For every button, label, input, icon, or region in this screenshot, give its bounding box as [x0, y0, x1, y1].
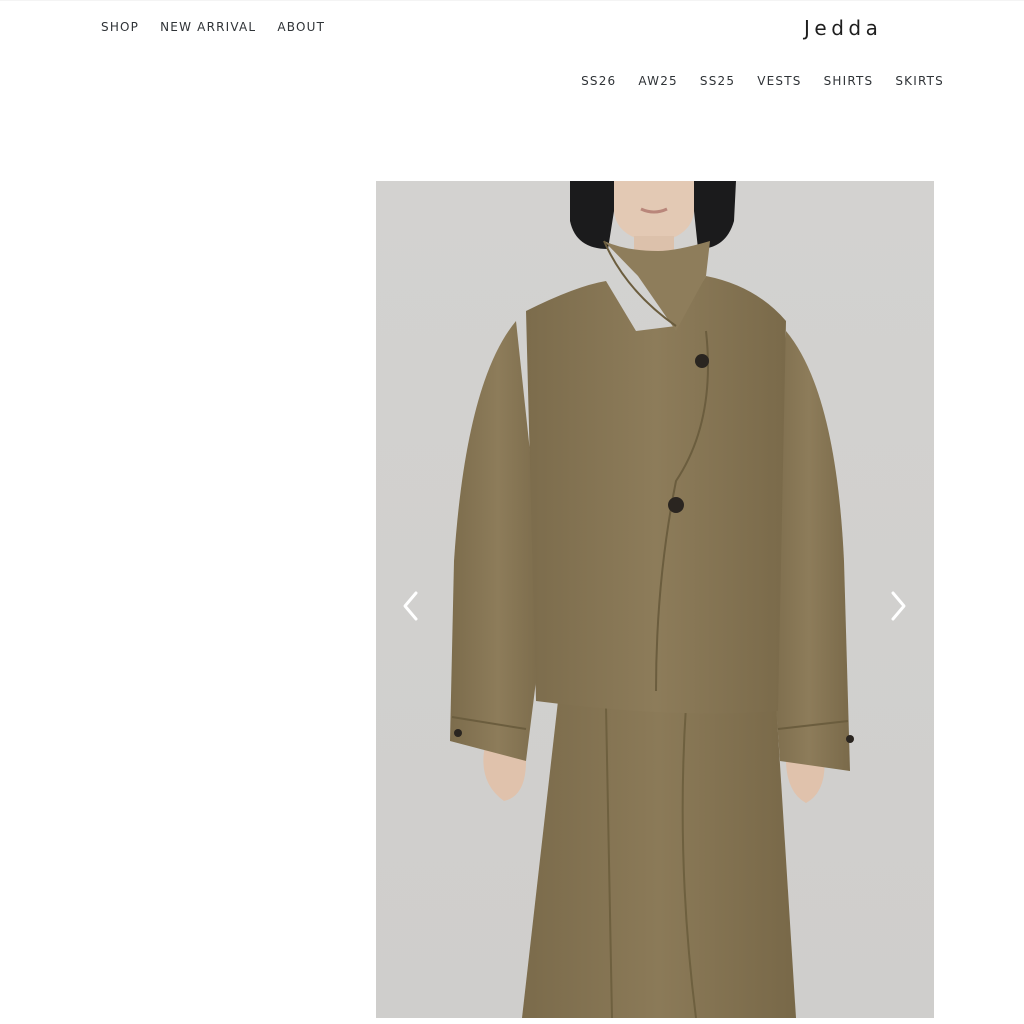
collection-vests-link[interactable]: VESTS [757, 74, 801, 88]
product-photo [376, 181, 934, 1018]
collection-shirts-link[interactable]: SHIRTS [824, 74, 874, 88]
nav-shop-link[interactable]: SHOP [101, 20, 139, 34]
product-image-carousel[interactable] [376, 181, 934, 1018]
collection-ss25-link[interactable]: SS25 [700, 74, 735, 88]
carousel-prev-button[interactable] [396, 590, 426, 626]
collection-aw25-link[interactable]: AW25 [638, 74, 678, 88]
top-border [0, 0, 1024, 1]
collection-skirts-link[interactable]: SKIRTS [895, 74, 944, 88]
chevron-left-icon [401, 590, 421, 627]
collection-ss26-link[interactable]: SS26 [581, 74, 616, 88]
chevron-right-icon [888, 590, 908, 627]
nav-new-arrival-link[interactable]: NEW ARRIVAL [160, 20, 256, 34]
primary-nav: SHOP NEW ARRIVAL ABOUT [101, 20, 325, 34]
brand-logo[interactable]: Jedda [804, 16, 882, 40]
collection-nav: SS26 AW25 SS25 VESTS SHIRTS SKIRTS [581, 74, 944, 88]
carousel-next-button[interactable] [883, 590, 913, 626]
nav-about-link[interactable]: ABOUT [277, 20, 325, 34]
